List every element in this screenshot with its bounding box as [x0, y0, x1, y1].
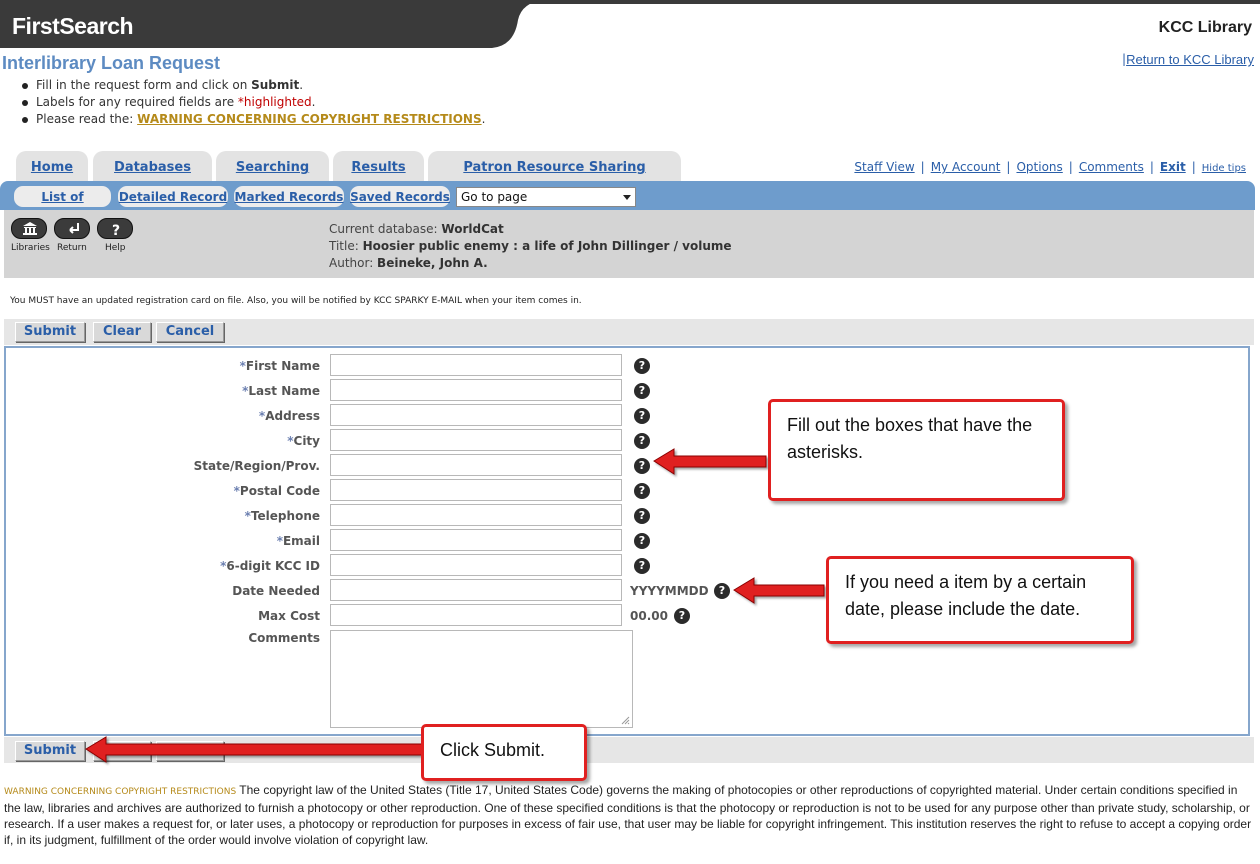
copyright-notice: WARNING CONCERNING COPYRIGHT RESTRICTION…: [4, 782, 1252, 848]
copyright-tag: WARNING CONCERNING COPYRIGHT RESTRICTION…: [4, 787, 237, 797]
arrow-to-submit: [85, 736, 423, 763]
callout-click-submit: Click Submit.: [421, 724, 587, 781]
arrow-to-date-hint: [733, 577, 825, 604]
callout-date-needed: If you need a item by a certain date, pl…: [826, 556, 1134, 644]
annotation-arrows: [85, 448, 825, 763]
callout-fill-asterisks: Fill out the boxes that have the asteris…: [768, 399, 1065, 501]
arrow-to-state-field: [653, 448, 767, 475]
